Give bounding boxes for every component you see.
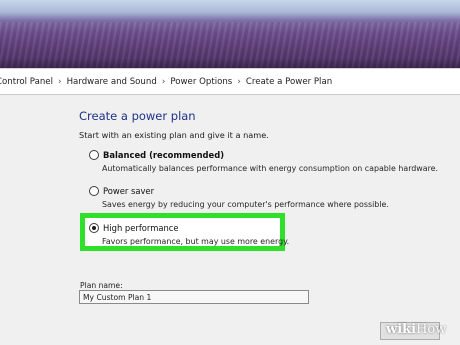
option-high-performance[interactable]: High performance Favors performance, but… — [89, 223, 289, 246]
watermark-text-b: How — [416, 322, 447, 337]
balanced-description: Automatically balances performance with … — [102, 164, 439, 173]
breadcrumb: Control Panel › Hardware and Sound › Pow… — [0, 68, 460, 95]
plan-name-label: Plan name: — [80, 281, 123, 290]
high-performance-radio[interactable] — [89, 223, 99, 233]
breadcrumb-separator-icon[interactable]: › — [162, 77, 166, 87]
high-performance-description: Favors performance, but may use more ene… — [102, 237, 290, 246]
intro-text: Start with an existing plan and give it … — [79, 130, 269, 140]
desktop-wallpaper — [0, 0, 460, 68]
power-saver-radio[interactable] — [89, 186, 99, 196]
breadcrumb-separator-icon[interactable]: › — [58, 77, 62, 87]
breadcrumb-power-options[interactable]: Power Options — [170, 77, 232, 87]
main-content: Create a power plan Start with an existi… — [0, 95, 460, 345]
balanced-radio[interactable] — [89, 150, 99, 160]
wikihow-watermark: wikiHow — [386, 322, 446, 337]
option-power-saver[interactable]: Power saver Saves energy by reducing you… — [89, 186, 389, 209]
breadcrumb-hardware-and-sound[interactable]: Hardware and Sound — [67, 77, 157, 87]
plan-name-input[interactable] — [79, 290, 309, 304]
high-performance-label[interactable]: High performance — [103, 223, 179, 233]
breadcrumb-separator-icon[interactable]: › — [237, 77, 241, 87]
power-saver-description: Saves energy by reducing your computer's… — [102, 200, 389, 209]
page-title: Create a power plan — [79, 109, 196, 123]
power-saver-label[interactable]: Power saver — [103, 186, 154, 196]
breadcrumb-control-panel[interactable]: Control Panel — [0, 77, 53, 87]
balanced-label[interactable]: Balanced (recommended) — [103, 150, 224, 160]
option-balanced[interactable]: Balanced (recommended) Automatically bal… — [89, 150, 438, 173]
watermark-text-a: wiki — [386, 322, 417, 337]
breadcrumb-create-power-plan[interactable]: Create a Power Plan — [246, 77, 332, 87]
